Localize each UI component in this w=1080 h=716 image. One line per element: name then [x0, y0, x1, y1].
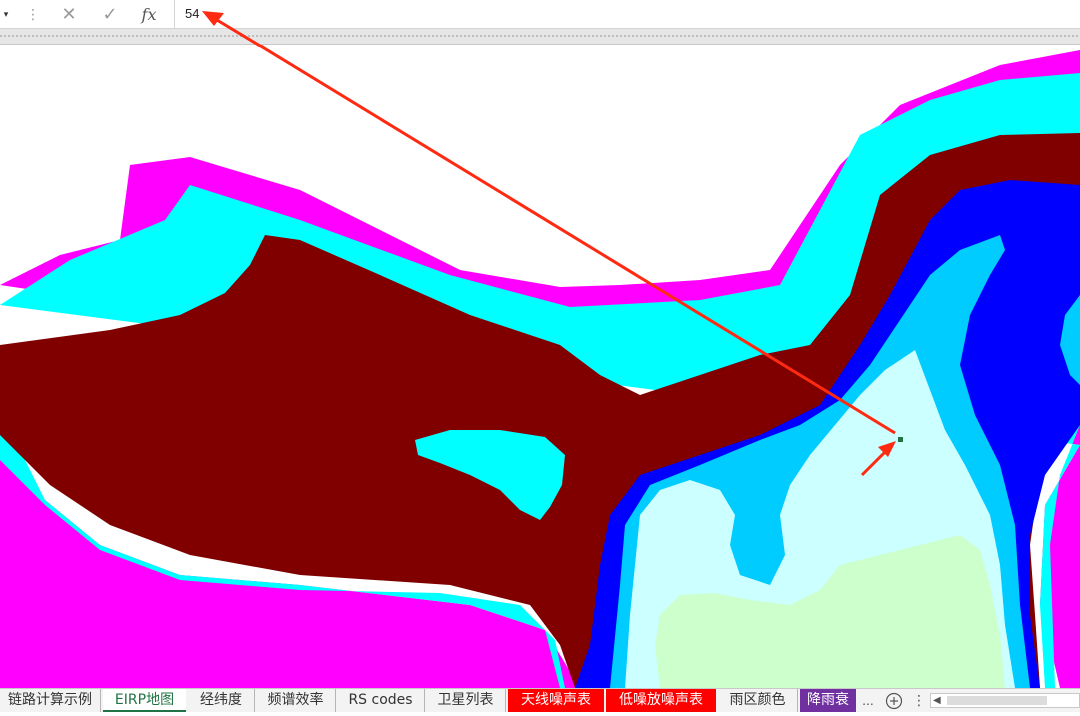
selected-cell-marker [898, 437, 903, 442]
add-sheet-button[interactable] [882, 689, 906, 712]
horizontal-scrollbar[interactable]: ◀ [930, 693, 1080, 708]
formula-input[interactable]: 54 [174, 0, 1080, 28]
sheet-tab-rain-zone-colors[interactable]: 雨区颜色 [718, 689, 798, 712]
name-box-dropdown-icon[interactable]: ▾ [0, 0, 12, 28]
sheet-tab-rain-attenuation[interactable]: 降雨衰 [800, 689, 856, 712]
sheet-tab-rs-codes[interactable]: RS codes [337, 689, 425, 712]
sheet-tab-antenna-noise[interactable]: 天线噪声表 [508, 689, 604, 712]
sheet-tab-lna-noise[interactable]: 低噪放噪声表 [606, 689, 716, 712]
cancel-entry-icon[interactable]: ✕ [55, 0, 83, 28]
more-sheets-button[interactable]: ... [858, 689, 878, 712]
worksheet-grid[interactable] [0, 45, 1080, 688]
scroll-left-icon[interactable]: ◀ [933, 694, 941, 707]
insert-function-button[interactable]: fx [134, 0, 164, 28]
sheet-tab-eirp-map[interactable]: EIRP地图 [103, 689, 186, 712]
formula-bar: ▾ ⋮ ✕ ✓ fx 54 [0, 0, 1080, 29]
formula-bar-resize-strip[interactable] [0, 29, 1080, 45]
sheet-tab-spectral-efficiency[interactable]: 频谱效率 [256, 689, 336, 712]
fx-icon: fx [141, 4, 157, 24]
more-options-icon[interactable]: ⋮ [22, 0, 44, 28]
confirm-entry-icon[interactable]: ✓ [95, 0, 125, 28]
sheet-tab-lat-long[interactable]: 经纬度 [188, 689, 255, 712]
tab-splitter-handle[interactable]: ⋮ [912, 689, 926, 712]
sheet-tab-satellite-list[interactable]: 卫星列表 [426, 689, 506, 712]
sheet-tab-bar: 链路计算示例 EIRP地图 经纬度 频谱效率 RS codes 卫星列表 天线噪… [0, 688, 1080, 712]
plus-circle-icon [885, 692, 903, 710]
eirp-color-map [0, 45, 1080, 688]
scrollbar-thumb[interactable] [947, 696, 1047, 705]
sheet-tab-link-calc-example[interactable]: 链路计算示例 [0, 689, 101, 712]
